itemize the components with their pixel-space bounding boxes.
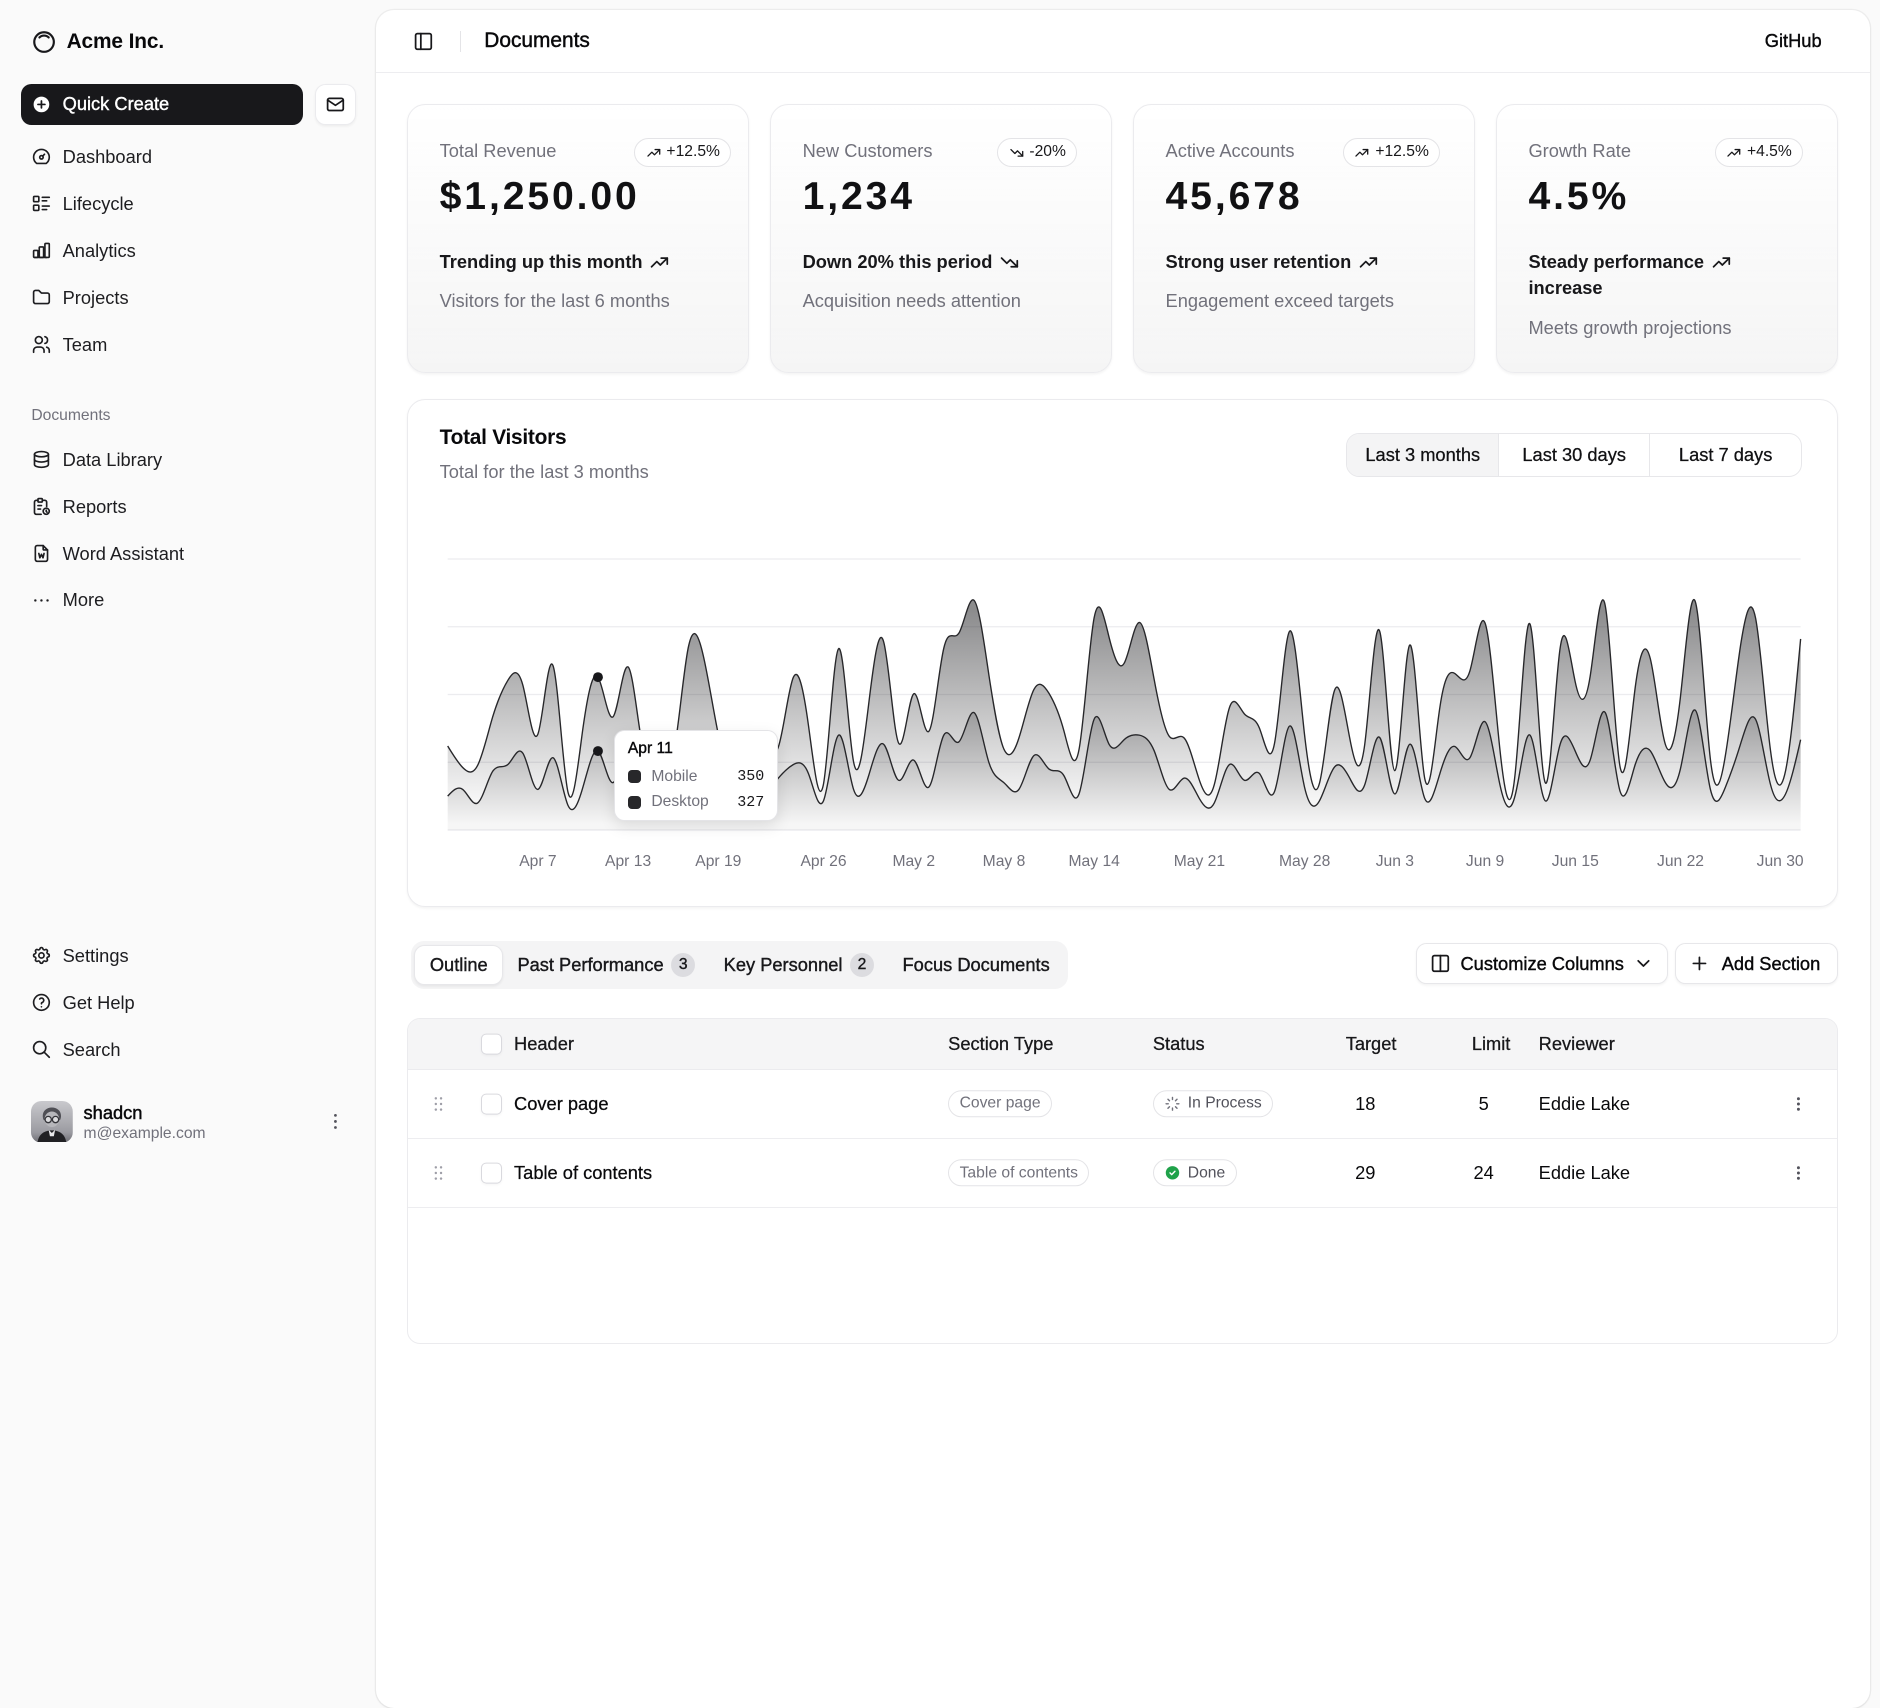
- svg-text:Jun 15: Jun 15: [1552, 854, 1599, 871]
- svg-text:May 8: May 8: [983, 854, 1026, 871]
- svg-text:Jun 22: Jun 22: [1657, 854, 1704, 871]
- svg-text:May 2: May 2: [893, 854, 936, 871]
- svg-text:Apr 19: Apr 19: [696, 854, 742, 871]
- svg-text:Jun 3: Jun 3: [1376, 854, 1415, 871]
- svg-text:May 28: May 28: [1279, 854, 1331, 871]
- svg-text:May 14: May 14: [1069, 854, 1121, 871]
- svg-text:Apr 13: Apr 13: [605, 854, 651, 871]
- svg-text:Apr 7: Apr 7: [520, 854, 557, 871]
- svg-text:Jun 30: Jun 30: [1757, 854, 1804, 871]
- svg-text:May 21: May 21: [1174, 854, 1225, 871]
- svg-text:Jun 9: Jun 9: [1466, 854, 1504, 871]
- svg-text:Apr 26: Apr 26: [801, 854, 847, 871]
